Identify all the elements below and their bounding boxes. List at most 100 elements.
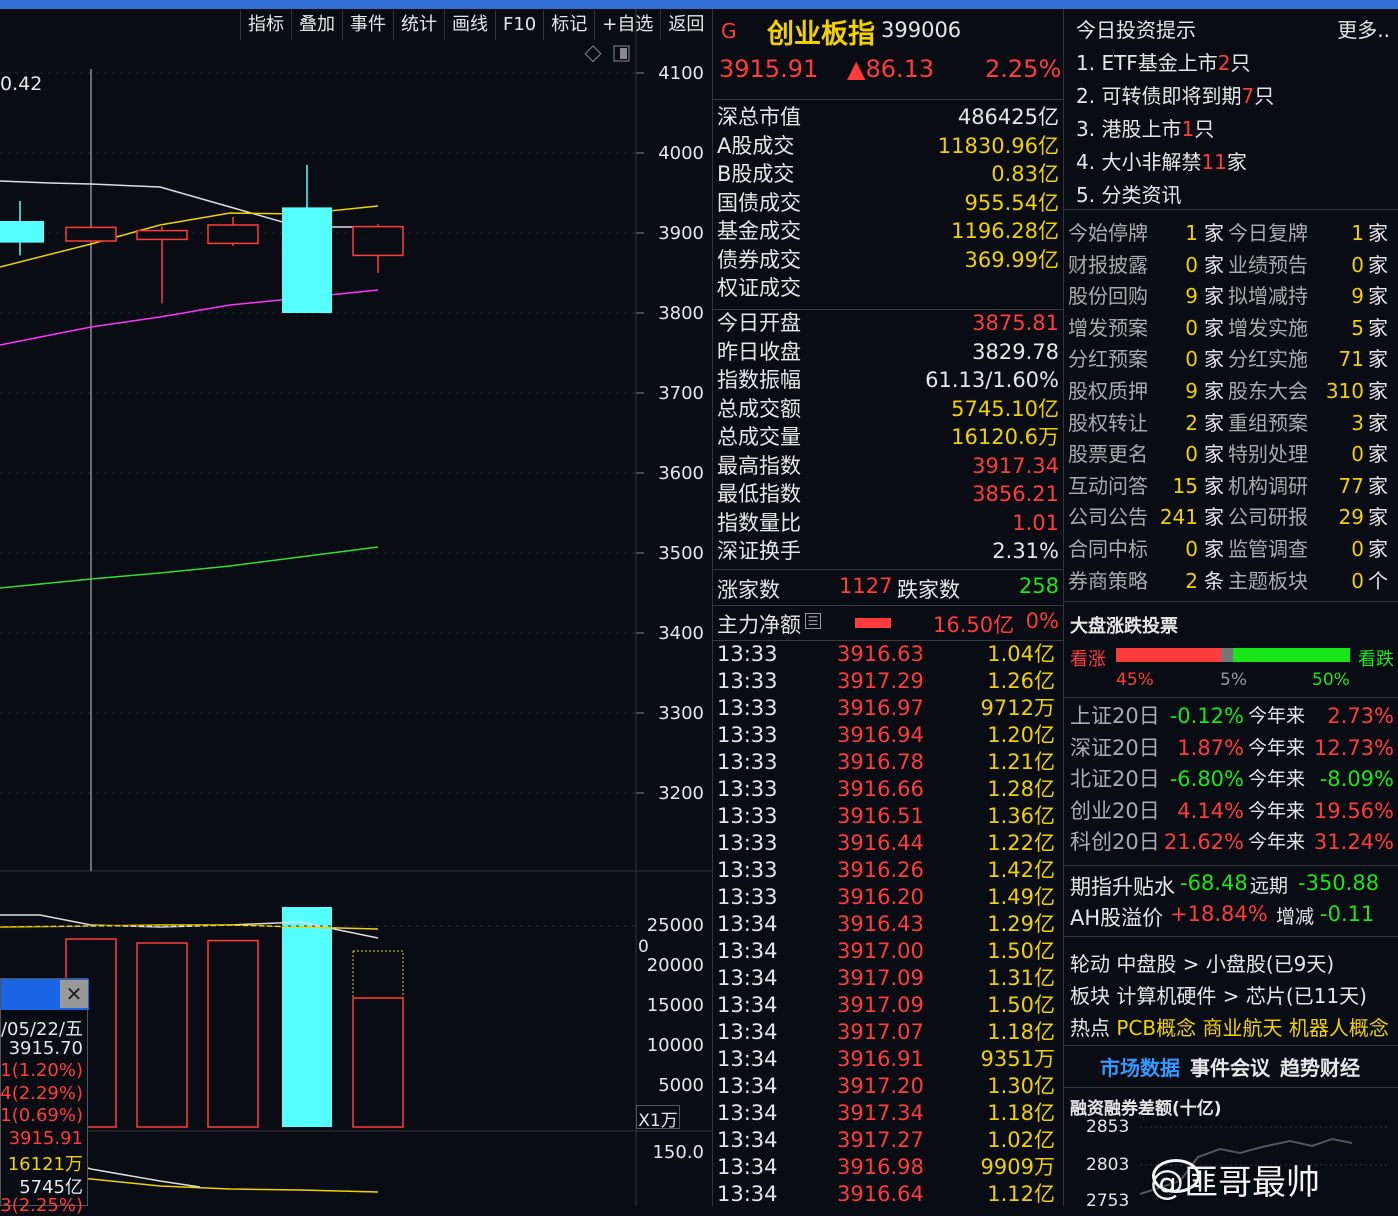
hot-row[interactable]: 热点 PCB概念 商业航天 机器人概念	[1070, 1012, 1389, 1041]
sector-row[interactable]: 板块 计算机硬件 > 芯片(已11天)	[1070, 980, 1367, 1009]
indicator-axis-label: 150.0	[652, 1142, 704, 1163]
vote-bar-segment	[1221, 648, 1233, 662]
toolbar-button[interactable]: 统计	[393, 10, 444, 40]
close-icon[interactable]: ✕	[60, 980, 88, 1008]
tick-row[interactable]: 13:33 3916.94 1.20亿	[713, 722, 1059, 749]
tip-text: 5. 分类资讯	[1076, 183, 1182, 207]
stat-label: 指数量比	[717, 510, 801, 535]
market-tab[interactable]: 事件会议	[1190, 1052, 1270, 1081]
market-tab[interactable]: 市场数据	[1100, 1052, 1180, 1081]
popup-line: 81(1.20%)	[0, 1060, 83, 1081]
event-row[interactable]: 财报披露 0 家业绩预告 0 家	[1064, 250, 1388, 281]
tick-row[interactable]: 13:34 3917.20 1.30亿	[713, 1073, 1059, 1100]
list-icon[interactable]: ☰	[805, 613, 821, 629]
vote-flat-pct: 5%	[1220, 670, 1247, 690]
event-row[interactable]: 互动问答 15 家机构调研 77 家	[1064, 471, 1388, 502]
more-link[interactable]: 更多..	[1337, 14, 1390, 43]
tick-row[interactable]: 13:33 3916.97 9712万	[713, 695, 1059, 722]
event-label: 分红实施	[1228, 347, 1308, 372]
event-unit: 家	[1204, 379, 1224, 403]
event-row[interactable]: 股权转让 2 家重组预案 3 家	[1064, 408, 1388, 439]
tick-price: 3916.97	[837, 696, 924, 720]
perf-name: 上证20日	[1070, 704, 1160, 728]
tick-row[interactable]: 13:33 3916.51 1.36亿	[713, 803, 1059, 830]
event-unit: 家	[1368, 221, 1388, 245]
toolbar-button[interactable]: 画线	[444, 10, 495, 40]
event-row[interactable]: 今始停牌 1 家今日复牌 1 家	[1064, 218, 1388, 249]
tip-item[interactable]: 3. 港股上市1只	[1076, 113, 1214, 142]
tick-row[interactable]: 13:33 3916.20 1.49亿	[713, 884, 1059, 911]
toolbar-button[interactable]: 事件	[342, 10, 393, 40]
event-row[interactable]: 股权质押 9 家股东大会 310 家	[1064, 376, 1388, 407]
tick-price: 3917.09	[837, 993, 924, 1017]
tick-row[interactable]: 13:34 3917.34 1.18亿	[713, 1100, 1059, 1127]
toolbar-button[interactable]: 返回	[660, 10, 711, 40]
tip-text: 2. 可转债即将到期	[1076, 84, 1242, 108]
event-row[interactable]: 股票更名 0 家特别处理 0 家	[1064, 439, 1388, 470]
event-row[interactable]: 合同中标 0 家监管调查 0 家	[1064, 534, 1388, 565]
tip-item[interactable]: 5. 分类资讯	[1076, 179, 1181, 208]
divider	[1064, 697, 1398, 698]
perf-name: 北证20日	[1070, 767, 1160, 792]
tick-row[interactable]: 13:34 3917.07 1.18亿	[713, 1019, 1059, 1046]
tick-row[interactable]: 13:34 3916.64 1.12亿	[713, 1181, 1059, 1208]
event-unit: 家	[1204, 252, 1224, 277]
hot-items[interactable]: PCB概念 商业航天 机器人概念	[1116, 1016, 1388, 1040]
tick-row[interactable]: 13:33 3917.29 1.26亿	[713, 668, 1059, 695]
toolbar-button[interactable]: 指标	[240, 10, 291, 40]
tip-item[interactable]: 1. ETF基金上市2只	[1076, 47, 1251, 76]
price-axis-tick: 3400	[658, 623, 704, 644]
event-row[interactable]: 券商策略 2 条主题板块 0 个	[1064, 566, 1388, 597]
tick-time: 13:33	[717, 642, 778, 666]
tick-row[interactable]: 13:34 3916.98 9909万	[713, 1154, 1059, 1181]
tick-row[interactable]: 13:33 3916.63 1.04亿	[713, 641, 1059, 668]
tick-amount: 1.26亿	[987, 669, 1055, 693]
tick-row[interactable]: 13:34 3916.43 1.29亿	[713, 911, 1059, 938]
tick-time: 13:33	[717, 831, 778, 855]
tick-row[interactable]: 13:34 3917.00 1.50亿	[713, 938, 1059, 965]
tick-row[interactable]: 13:33 3916.66 1.28亿	[713, 776, 1059, 803]
event-unit: 个	[1368, 568, 1388, 593]
tip-count: 2	[1217, 51, 1231, 75]
kline-chart-panel[interactable]: 0.42 4100 4000 3900 3800 3700 3600 3500 3400 330…	[0, 9, 712, 1216]
event-row[interactable]: 增发预案 0 家增发实施 5 家	[1064, 313, 1388, 344]
tick-row[interactable]: 13:34 3917.09 1.50亿	[713, 992, 1059, 1019]
toolbar-button[interactable]: F10	[495, 10, 543, 40]
event-row[interactable]: 分红预案 0 家分红实施 71 家	[1064, 344, 1388, 375]
tick-row[interactable]: 13:33 3916.26 1.42亿	[713, 857, 1059, 884]
rotation-to: 小盘股(已9天)	[1205, 952, 1335, 976]
tick-time: 13:33	[717, 804, 778, 828]
tip-item[interactable]: 4. 大小非解禁11家	[1076, 146, 1247, 175]
quote-panel: G 创业板指 399006 3915.91 ▲86.13 2.25% 深总市值 4…	[712, 9, 1064, 1206]
market-tab[interactable]: 趋势财经	[1280, 1052, 1360, 1081]
toolbar-button[interactable]: 标记	[543, 10, 594, 40]
futures-near: -68.48	[1180, 871, 1248, 895]
tick-row[interactable]: 13:33 3916.44 1.22亿	[713, 830, 1059, 857]
tick-row[interactable]: 13:34 3916.91 9351万	[713, 1046, 1059, 1073]
event-row[interactable]: 公司公告 241 家公司研报 29 家	[1064, 502, 1388, 533]
stat-label: 最低指数	[717, 482, 801, 506]
rotation-row[interactable]: 轮动 中盘股 > 小盘股(已9天)	[1070, 948, 1334, 977]
tick-row[interactable]: 13:33 3916.78 1.21亿	[713, 749, 1059, 776]
toolbar-button[interactable]: +自选	[594, 10, 660, 40]
event-label: 互动问答	[1068, 473, 1148, 498]
index-name[interactable]: 创业板指	[767, 12, 875, 51]
stat-label: 今日开盘	[717, 311, 801, 335]
stat-value: 486425亿	[957, 105, 1059, 129]
volume-estimate-bar	[352, 950, 404, 999]
kline-chart-svg[interactable]	[0, 9, 712, 1206]
vote-down-button[interactable]: 看跌	[1358, 645, 1394, 671]
event-unit: 家	[1204, 473, 1224, 498]
toolbar-button[interactable]: 叠加	[291, 10, 342, 40]
vote-up-button[interactable]: 看涨	[1070, 645, 1106, 671]
tip-item[interactable]: 2. 可转债即将到期7只	[1076, 80, 1274, 109]
event-row[interactable]: 股份回购 9 家拟增减持 9 家	[1064, 281, 1388, 312]
tick-row[interactable]: 13:34 3917.27 1.02亿	[713, 1127, 1059, 1154]
tick-time: 13:33	[717, 696, 778, 720]
tick-amount: 1.31亿	[987, 966, 1055, 990]
top-accent-bar	[0, 0, 1398, 9]
event-count: 9	[1351, 284, 1364, 309]
tick-row[interactable]: 13:34 3917.09 1.31亿	[713, 965, 1059, 992]
crosshair-info-popup[interactable]: ✕ /05/22/五3915.7081(1.20%)34(2.29%)21(0.…	[0, 978, 89, 1216]
tick-time: 13:33	[717, 669, 778, 693]
